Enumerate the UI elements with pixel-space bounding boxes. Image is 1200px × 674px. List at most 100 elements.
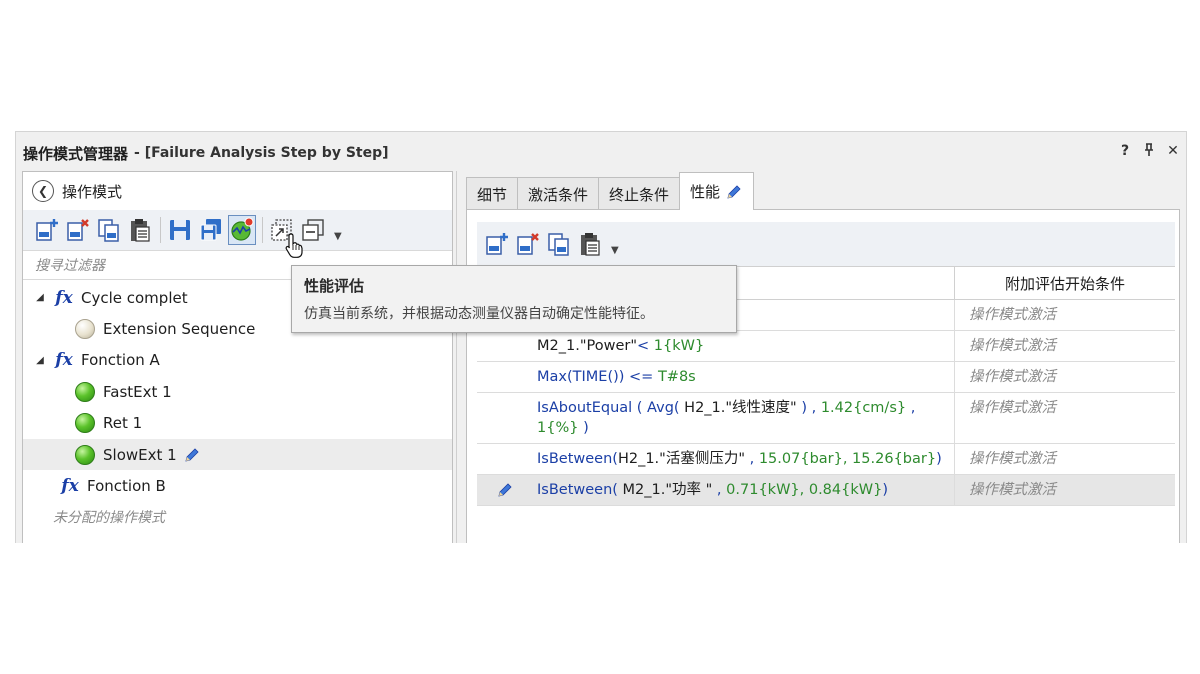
- condition-token: ,: [906, 400, 916, 416]
- condition-token: IsBetween(: [537, 451, 618, 467]
- performance-condition-cell[interactable]: Max(TIME()) <= T#8s: [533, 362, 955, 392]
- active-mode-icon: [75, 381, 95, 402]
- new-icon: [36, 219, 58, 241]
- tab-performance-label: 性能: [690, 183, 721, 201]
- tree-item[interactable]: Ret 1: [23, 408, 452, 439]
- function-icon: fx: [55, 287, 73, 308]
- condition-token: 1{kW}: [653, 338, 705, 354]
- condition-token: <: [637, 338, 654, 354]
- start-condition-cell[interactable]: 操作模式激活: [955, 393, 1175, 443]
- paste-button[interactable]: [576, 229, 604, 259]
- tab-performance[interactable]: 性能: [679, 172, 755, 210]
- condition-token: 1{%}: [537, 420, 579, 436]
- paste-icon: [131, 219, 150, 242]
- function-icon: fx: [55, 350, 73, 371]
- tree-item-label: 未分配的操作模式: [53, 510, 165, 527]
- start-condition-cell[interactable]: 操作模式激活: [955, 362, 1175, 392]
- performance-condition-cell[interactable]: IsBetween(H2_1."活塞侧压力" , 15.07{bar}, 15.…: [533, 444, 955, 474]
- tab-strip: 细节 激活条件 终止条件 性能: [466, 171, 755, 210]
- expand-triangle-icon[interactable]: ◢: [33, 292, 47, 303]
- tree-item[interactable]: ◢ fx Fonction A: [23, 345, 452, 376]
- window-subtitle: - [Failure Analysis Step by Step]: [134, 145, 389, 161]
- condition-token: Max(TIME()) <=: [537, 369, 658, 385]
- title-bar: 操作模式管理器 - [Failure Analysis Step by Step…: [16, 132, 1186, 174]
- table-row[interactable]: IsAboutEqual ( Avg( H2_1."线性速度" ) , 1.42…: [477, 393, 1175, 444]
- tab-details[interactable]: 细节: [466, 177, 519, 210]
- tree-item-label: Cycle complet: [81, 288, 188, 307]
- copy-icon: [98, 219, 119, 242]
- pin-button[interactable]: [1140, 143, 1158, 161]
- save-icon: [170, 220, 190, 240]
- condition-token: H2_1."线性速度": [684, 400, 797, 416]
- row-indicator: [477, 362, 533, 392]
- table-row[interactable]: M2_1."Power"< 1{kW} 操作模式激活: [477, 331, 1175, 362]
- toolbar-separator: [160, 217, 161, 243]
- chevron-left-icon: ❮: [37, 184, 49, 198]
- start-condition-cell[interactable]: 操作模式激活: [955, 475, 1175, 505]
- performance-condition-cell[interactable]: IsAboutEqual ( Avg( H2_1."线性速度" ) , 1.42…: [533, 393, 955, 443]
- back-button[interactable]: ❮: [32, 180, 54, 202]
- tree-item[interactable]: fx Fonction B: [23, 470, 452, 501]
- window-title: 操作模式管理器: [23, 144, 129, 163]
- operating-mode-manager-window: 操作模式管理器 - [Failure Analysis Step by Step…: [15, 131, 1187, 543]
- details-pane: 细节 激活条件 终止条件 性能 ▼ 附加评估开始条件 操作模式激活 M2_1."…: [466, 171, 1180, 543]
- tree-item[interactable]: FastExt 1: [23, 376, 452, 407]
- pin-icon: [1145, 143, 1153, 156]
- start-condition-cell[interactable]: 操作模式激活: [955, 300, 1175, 330]
- copy-icon: [548, 233, 569, 256]
- save-all-button[interactable]: [197, 215, 225, 245]
- table-row[interactable]: IsBetween(H2_1."活塞侧压力" , 15.07{bar}, 15.…: [477, 444, 1175, 475]
- toolbar-overflow-icon[interactable]: ▼: [611, 245, 619, 256]
- pencil-icon: [185, 448, 199, 462]
- active-mode-icon: [75, 444, 95, 465]
- performance-evaluation-button[interactable]: [228, 215, 256, 245]
- delete-button[interactable]: [514, 229, 542, 259]
- tree-item-selected[interactable]: SlowExt 1: [23, 438, 452, 471]
- column-header-start-condition[interactable]: 附加评估开始条件: [955, 267, 1175, 299]
- tab-termination-conditions[interactable]: 终止条件: [598, 177, 681, 210]
- performance-condition-cell[interactable]: IsBetween( M2_1."功率 " , 0.71{kW}, 0.84{k…: [533, 475, 955, 505]
- start-condition-cell[interactable]: 操作模式激活: [955, 331, 1175, 361]
- save-all-icon: [200, 219, 221, 241]
- paste-button[interactable]: [126, 215, 154, 245]
- tooltip-title: 性能评估: [304, 277, 365, 295]
- copy-button[interactable]: [545, 229, 573, 259]
- tree-item-label: Fonction B: [87, 477, 166, 496]
- hand-cursor-icon: [285, 233, 303, 258]
- condition-token: 0.71{kW}, 0.84{kW}: [726, 482, 883, 498]
- new-icon: [486, 233, 508, 255]
- condition-token: M2_1."Power": [537, 338, 637, 354]
- delete-button[interactable]: [64, 215, 92, 245]
- new-button[interactable]: [33, 215, 61, 245]
- row-indicator: [477, 331, 533, 361]
- save-button[interactable]: [166, 215, 194, 245]
- active-mode-icon: [75, 413, 95, 434]
- pencil-icon: [727, 184, 741, 199]
- condition-token: 1.42{cm/s}: [820, 400, 907, 416]
- close-button[interactable]: ✕: [1164, 143, 1182, 159]
- left-toolbar: ▼: [23, 210, 452, 250]
- toolbar-overflow-icon[interactable]: ▼: [334, 231, 342, 242]
- tree-item[interactable]: 未分配的操作模式: [23, 502, 452, 533]
- expand-triangle-icon[interactable]: ◢: [33, 355, 47, 366]
- row-indicator: [477, 475, 533, 505]
- tree-item-label: Extension Sequence: [103, 320, 256, 339]
- start-condition-cell[interactable]: 操作模式激活: [955, 444, 1175, 474]
- new-button[interactable]: [483, 229, 511, 259]
- performance-evaluation-tooltip: 性能评估 仿真当前系统，并根据动态测量仪器自动确定性能特征。: [291, 265, 737, 333]
- table-row[interactable]: Max(TIME()) <= T#8s 操作模式激活: [477, 362, 1175, 393]
- toolbar-separator: [262, 217, 263, 243]
- performance-evaluation-icon: [231, 217, 254, 241]
- function-icon: fx: [61, 476, 79, 497]
- operating-modes-pane: ❮ 操作模式 ▼ 搜寻过滤器 ◢ fx Cycle complet Extens…: [22, 171, 453, 543]
- performance-condition-cell[interactable]: M2_1."Power"< 1{kW}: [533, 331, 955, 361]
- help-button[interactable]: ?: [1116, 143, 1134, 159]
- inactive-mode-icon: [75, 319, 95, 340]
- pane-splitter[interactable]: [456, 171, 462, 543]
- tab-activation-conditions[interactable]: 激活条件: [517, 177, 600, 210]
- operating-modes-label: 操作模式: [62, 182, 123, 201]
- table-row-selected[interactable]: IsBetween( M2_1."功率 " , 0.71{kW}, 0.84{k…: [477, 475, 1175, 506]
- operating-modes-header: ❮ 操作模式: [23, 172, 452, 210]
- copy-button[interactable]: [95, 215, 123, 245]
- condition-token: ,: [712, 482, 727, 498]
